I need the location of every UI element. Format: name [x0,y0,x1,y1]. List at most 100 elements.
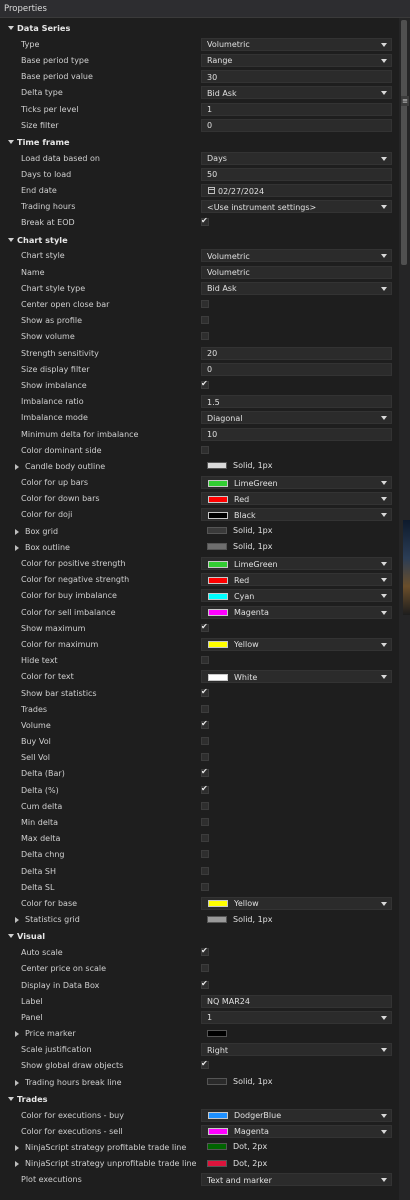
value-ticks-per-level[interactable]: 1 [201,102,392,116]
checkbox-delta-sh[interactable] [201,866,209,875]
chevron-down-icon[interactable] [8,26,14,30]
chevron-right-icon[interactable] [15,1079,19,1086]
value-candle-body-outline[interactable]: Solid, 1px [201,460,392,473]
checkbox-buy-vol[interactable] [201,737,209,746]
value-imbalance-mode[interactable]: Diagonal [201,411,392,425]
chevron-down-icon[interactable] [381,156,387,161]
checkbox-delta-chng[interactable] [201,850,209,859]
value-size-display-filter[interactable]: 0 [201,362,392,376]
chevron-down-icon[interactable] [381,901,387,906]
checkbox-delta-bar[interactable]: ✔ [201,767,209,778]
calendar-icon[interactable] [208,187,215,195]
chevron-down-icon[interactable] [381,91,387,96]
value-imbalance-ratio[interactable]: 1.5 [201,395,392,409]
chevron-down-icon[interactable] [381,562,387,567]
value-chart-style[interactable]: Volumetric [201,249,392,263]
checkbox-min-delta[interactable] [201,818,209,827]
chevron-down-icon[interactable] [381,1048,387,1053]
chevron-right-icon[interactable] [15,528,19,535]
section-header-visual[interactable]: Visual [0,928,398,945]
panel-edge-marker[interactable]: ≡ [401,96,409,106]
checkbox-auto-scale[interactable]: ✔ [201,946,209,957]
checkbox-delta[interactable]: ✔ [201,784,209,794]
value-strength-sensitivity[interactable]: 20 [201,346,392,360]
chevron-down-icon[interactable] [381,42,387,47]
chevron-down-icon[interactable] [381,286,387,291]
value-days-to-load[interactable]: 50 [201,167,392,181]
value-color-for-maximum[interactable]: Yellow [201,637,392,651]
value-ninjascript-strategy-profitable-trade-line[interactable]: Dot, 2px [201,1141,392,1154]
checkbox-center-price-on-scale[interactable] [201,964,209,973]
checkbox-show-as-profile[interactable] [201,316,209,325]
chevron-right-icon[interactable] [15,544,19,551]
checkbox-hide-text[interactable] [201,656,209,665]
value-scale-justification[interactable]: Right [201,1043,392,1057]
value-color-for-negative-strength[interactable]: Red [201,573,392,587]
chevron-down-icon[interactable] [381,594,387,599]
value-type[interactable]: Volumetric [201,37,392,51]
chevron-down-icon[interactable] [381,1129,387,1134]
value-panel[interactable]: 1 [201,1010,392,1024]
value-color-for-base[interactable]: Yellow [201,896,392,910]
value-color-for-up-bars[interactable]: LimeGreen [201,476,392,490]
value-plot-executions[interactable]: Text and marker [201,1173,392,1187]
checkbox-max-delta[interactable] [201,834,209,843]
section-header-time-frame[interactable]: Time frame [0,134,398,151]
chevron-down-icon[interactable] [381,205,387,210]
value-load-data-based-on[interactable]: Days [201,151,392,165]
value-box-grid[interactable]: Solid, 1px [201,525,392,538]
section-header-trades[interactable]: Trades [0,1091,398,1108]
checkbox-sell-vol[interactable] [201,753,209,762]
chevron-down-icon[interactable] [381,497,387,502]
section-header-chart-style[interactable]: Chart style [0,232,398,249]
chevron-right-icon[interactable] [15,1161,19,1168]
chevron-down-icon[interactable] [381,578,387,583]
chevron-right-icon[interactable] [15,1144,19,1151]
value-price-marker[interactable] [201,1027,392,1040]
checkbox-show-volume[interactable] [201,332,209,341]
chevron-down-icon[interactable] [8,1096,14,1101]
chevron-down-icon[interactable] [381,642,387,647]
section-header-data-series[interactable]: Data Series [0,20,398,37]
chevron-right-icon[interactable] [15,917,19,924]
value-label[interactable]: NQ MAR24 [201,994,392,1008]
value-color-for-buy-imbalance[interactable]: Cyan [201,589,392,603]
chevron-down-icon[interactable] [381,513,387,518]
chevron-down-icon[interactable] [8,237,14,242]
chevron-down-icon[interactable] [381,416,387,421]
chevron-right-icon[interactable] [15,1031,19,1038]
value-statistics-grid[interactable]: Solid, 1px [201,913,392,926]
value-color-for-executions-buy[interactable]: DodgerBlue [201,1108,392,1122]
checkbox-cum-delta[interactable] [201,801,209,810]
checkbox-show-maximum[interactable]: ✔ [201,622,209,632]
chevron-down-icon[interactable] [8,139,14,144]
chevron-right-icon[interactable] [15,463,19,470]
value-color-for-positive-strength[interactable]: LimeGreen [201,557,392,571]
chevron-down-icon[interactable] [381,254,387,259]
value-color-for-text[interactable]: White [201,670,392,684]
value-minimum-delta-for-imbalance[interactable]: 10 [201,427,392,441]
checkbox-delta-sl[interactable] [201,882,209,891]
value-ninjascript-strategy-unprofitable-trade-line[interactable]: Dot, 2px [201,1157,392,1170]
value-color-for-doji[interactable]: Black [201,508,392,522]
chevron-down-icon[interactable] [381,675,387,680]
value-delta-type[interactable]: Bid Ask [201,86,392,100]
chevron-down-icon[interactable] [381,610,387,615]
value-base-period-type[interactable]: Range [201,53,392,67]
checkbox-trades[interactable] [201,704,209,713]
value-chart-style-type[interactable]: Bid Ask [201,281,392,295]
chevron-down-icon[interactable] [381,1113,387,1118]
chevron-down-icon[interactable] [381,58,387,63]
chevron-down-icon[interactable] [8,934,14,939]
value-base-period-value[interactable]: 30 [201,70,392,84]
value-color-for-down-bars[interactable]: Red [201,492,392,506]
checkbox-center-open-close-bar[interactable] [201,300,209,309]
checkbox-break-at-eod[interactable]: ✔ [201,216,209,227]
checkbox-show-global-draw-objects[interactable]: ✔ [201,1059,209,1070]
checkbox-show-imbalance[interactable]: ✔ [201,379,209,389]
chevron-down-icon[interactable] [381,1015,387,1020]
value-box-outline[interactable]: Solid, 1px [201,541,392,554]
value-color-for-executions-sell[interactable]: Magenta [201,1124,392,1138]
value-name[interactable]: Volumetric [201,265,392,279]
value-end-date[interactable]: 02/27/2024 [201,184,392,198]
